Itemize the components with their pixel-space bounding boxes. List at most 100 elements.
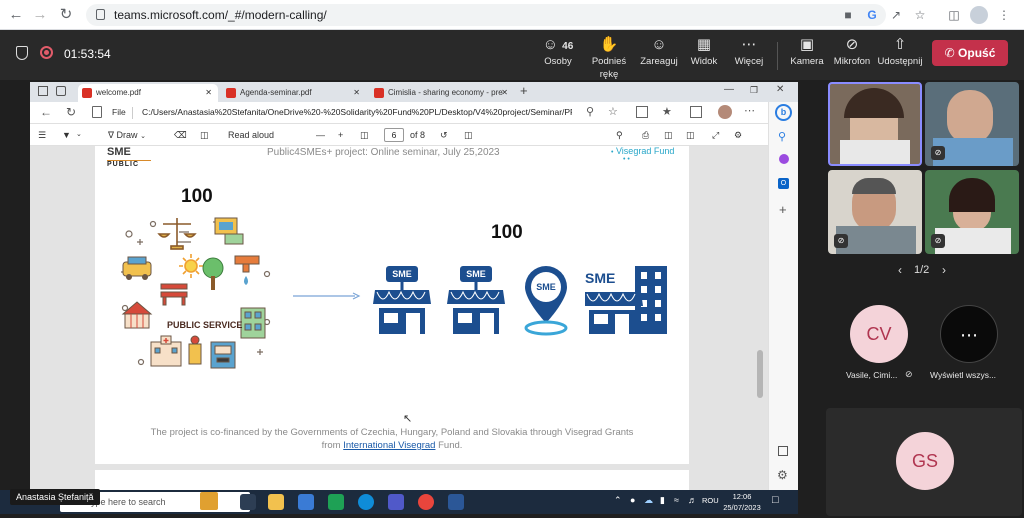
search-icon[interactable]: ⚲ [778,130,786,143]
forward-arrow-icon[interactable]: → [32,7,48,23]
profile-avatar[interactable] [718,105,732,119]
shield-icon [16,46,28,60]
table-of-contents-icon[interactable]: ☰ [38,128,46,142]
tab-agenda-pdf[interactable]: Agenda-seminar.pdf ✕ [222,84,366,102]
pdf-scrollbar[interactable] [757,350,763,398]
file-path[interactable]: C:/Users/Anastasia%20Stefanita/OneDrive%… [142,107,572,117]
international-visegrad-link[interactable]: International Visegrad [343,440,435,451]
fit-page-icon[interactable]: ◫ [360,128,369,142]
close-tab-icon[interactable]: ✕ [205,84,212,102]
react-button[interactable]: ☺ Zareaguj [638,35,680,75]
minimize-icon[interactable]: — [724,84,734,95]
eraser-icon[interactable]: ⌫ [174,128,187,142]
word-icon[interactable] [448,494,464,510]
calculator-icon[interactable] [328,494,344,510]
new-tab-icon[interactable]: + [520,83,528,98]
people-button[interactable]: ☺ 46 Osoby [538,35,578,75]
video-tile-3[interactable]: ⊘ [828,170,922,254]
file-explorer-icon[interactable] [268,494,284,510]
favorite-star-icon[interactable]: ☆ [608,105,618,118]
share-page-icon[interactable]: ↗ [888,7,904,23]
rotate-icon[interactable]: ↺ [440,128,448,142]
zoom-out-icon[interactable]: — [316,128,325,142]
back-arrow-icon[interactable]: ← [8,7,24,23]
settings-gear-icon[interactable]: ⚙ [734,128,742,142]
draw-button[interactable]: ∇ Draw ⌄ [108,128,146,144]
zoom-in-icon[interactable]: + [338,128,343,142]
copilot-icon[interactable] [779,154,789,164]
restore-icon[interactable]: ❐ [750,85,758,96]
close-tab-icon[interactable]: ✕ [501,84,508,102]
highlight-icon[interactable]: ▼ [62,128,71,142]
camera-button[interactable]: ▣ Kamera [788,35,826,75]
next-page-chevron-icon[interactable]: › [942,263,946,277]
share-button[interactable]: ⇧ Udostępnij [876,35,924,75]
share-icon: ⇧ [893,36,907,53]
sidepanel-icon[interactable]: ◫ [946,7,962,23]
briefcase-icon[interactable] [200,492,218,510]
close-tab-icon[interactable]: ✕ [353,84,360,102]
address-bar[interactable]: teams.microsoft.com/_#/modern-calling/ [86,4,886,26]
raise-hand-button[interactable]: ✋ Podnieś rękę [582,35,636,80]
view-all-label: Wyświetl wszys... [930,370,997,380]
menu-icon[interactable]: ⋯ [744,104,755,117]
prev-page-chevron-icon[interactable]: ‹ [898,263,902,277]
google-icon[interactable]: G [864,7,880,23]
chevron-down-icon[interactable]: ⌄ [76,128,82,142]
notifications-icon[interactable]: □ [772,494,779,506]
save-icon[interactable]: ◫ [664,128,673,142]
favorites-icon[interactable]: ★ [662,105,672,118]
chrome-icon[interactable] [418,494,434,510]
tray-chevron-icon[interactable]: ⌃ [614,495,622,506]
tab-cimislia-pdf[interactable]: Cimislia - sharing economy - pre ✕ [370,84,514,102]
outlook-icon[interactable]: O [778,178,789,189]
volume-icon[interactable]: ♬ [688,495,697,505]
sidebar-toggle-icon[interactable] [778,446,788,456]
fullscreen-icon[interactable]: ⤢ [712,128,719,142]
zoom-search-icon[interactable]: ⚲ [586,105,594,118]
print-icon[interactable]: ⎙ [642,128,649,142]
back-arrow-icon[interactable]: ← [40,105,52,119]
leave-button[interactable]: ✆ Opuść [932,40,1008,66]
star-icon[interactable]: ☆ [912,7,928,23]
more-button[interactable]: ⋯ Więcej [730,35,768,75]
reload-icon[interactable]: ↻ [66,105,76,119]
edge-icon[interactable] [358,494,374,510]
bing-icon[interactable]: b [775,104,792,121]
settings-gear-icon[interactable]: ⚙ [777,468,788,482]
view-all-button[interactable]: ⋯ [940,305,998,363]
avatar-gs[interactable]: GS [896,432,954,490]
menu-icon[interactable]: ⋮ [996,7,1012,23]
text-icon[interactable]: ◫ [200,128,209,142]
read-aloud-button[interactable]: Read aloud [228,128,274,142]
onedrive-icon[interactable]: ☁ [644,495,653,506]
split-screen-icon[interactable] [636,106,648,118]
save-as-icon[interactable]: ◫ [686,128,695,142]
tab-actions-icon[interactable] [56,86,66,96]
video-tile-1[interactable] [828,82,922,166]
add-icon[interactable]: + [779,202,787,217]
reload-icon[interactable]: ↻ [58,7,74,23]
view-button[interactable]: ▦ Widok [686,35,722,75]
video-tile-2[interactable]: ⊘ [925,82,1019,166]
profile-avatar[interactable] [970,6,988,24]
video-tile-4[interactable]: ⊘ [925,170,1019,254]
calendar-icon[interactable] [298,494,314,510]
wifi-icon[interactable]: ≈ [674,495,679,505]
mic-off-icon: ⊘ [931,146,945,160]
collections-icon[interactable] [690,106,702,118]
microphone-button[interactable]: ⊘ Mikrofon [832,35,872,75]
search-icon[interactable]: ⚲ [616,128,623,142]
workspaces-icon[interactable] [38,86,48,96]
page-number-input[interactable]: 6 [384,128,404,142]
page-view-icon[interactable]: ◫ [464,128,473,142]
teams-icon[interactable] [388,494,404,510]
taskbar-clock[interactable]: 12:06 25/07/2023 [722,491,762,513]
language-indicator[interactable]: ROU [702,496,719,505]
close-window-icon[interactable]: ✕ [776,84,784,95]
tab-welcome-pdf[interactable]: welcome.pdf ✕ [78,84,218,102]
chevron-down-icon: ⌄ [140,133,146,140]
avatar-cv[interactable]: CV [850,305,908,363]
task-view-icon[interactable] [240,494,256,510]
camera-icon[interactable]: ■ [840,7,856,23]
